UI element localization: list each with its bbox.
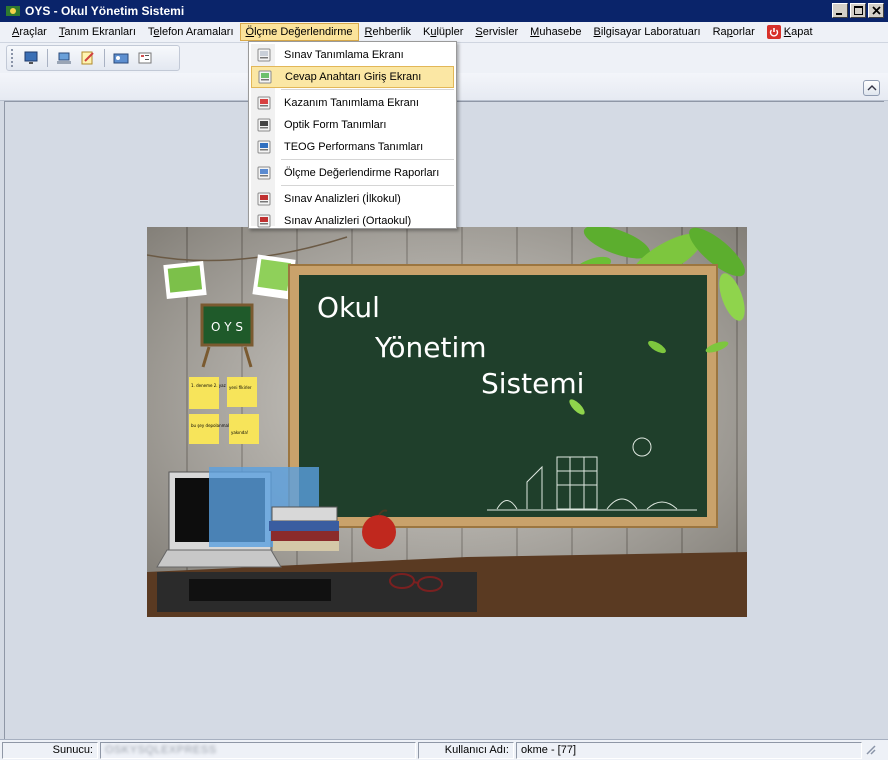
- menu-muhasebe[interactable]: Muhasebe: [524, 23, 587, 41]
- menu-label: Raporlar: [712, 26, 755, 38]
- dropdown-item-label: Ölçme Değerlendirme Raporları: [284, 167, 440, 179]
- report-icon: [257, 166, 271, 180]
- outcome-icon: [257, 96, 271, 110]
- dropdown-item-5[interactable]: TEOG Performans Tanımları: [251, 136, 454, 158]
- toolbar-separator: [47, 49, 48, 67]
- dropdown-item-7[interactable]: Ölçme Değerlendirme Raporları: [251, 162, 454, 184]
- user-value-text: okme - [77]: [521, 744, 577, 756]
- menu-label: Kulüpler: [422, 26, 464, 38]
- user-label: Kullanıcı Adı:: [418, 741, 514, 759]
- menu-kapat[interactable]: Kapat: [761, 22, 819, 42]
- menu-label: Kapat: [783, 26, 813, 38]
- dropdown-item-9[interactable]: Sınav Analizleri (İlkokul): [251, 188, 454, 210]
- chevron-up-icon: [867, 85, 876, 91]
- book-stack: [269, 506, 339, 551]
- menu-label: Bilgisayar Laboratuarı: [593, 26, 701, 38]
- keyboard: [189, 579, 331, 601]
- edit-icon: [81, 51, 94, 65]
- server-value-text: OSKYSQLEXPRESS: [105, 744, 217, 756]
- server-label: Sunucu:: [2, 741, 98, 759]
- olcme-dropdown-menu: Sınav Tanımlama Ekranı Cevap Anahtarı Gir…: [248, 41, 457, 229]
- dropdown-item-4[interactable]: Optik Form Tanımları: [251, 114, 454, 136]
- menu-bar: Araçlar Tanım Ekranları Telefon Aramaları Ö…: [0, 22, 888, 43]
- dropdown-item-label: Cevap Anahtarı Giriş Ekranı: [285, 71, 422, 83]
- minimize-icon: [836, 12, 842, 15]
- dropdown-item-label: TEOG Performans Tanımları: [284, 141, 424, 153]
- menu-separator: [281, 89, 454, 90]
- dropdown-item-3[interactable]: Kazanım Tanımlama Ekranı: [251, 92, 454, 114]
- close-icon: [871, 6, 881, 15]
- apple: [362, 515, 396, 549]
- dropdown-item-label: Sınav Analizleri (Ortaokul): [284, 215, 412, 227]
- menu-separator: [281, 185, 454, 186]
- splash-line3: Sistemi: [481, 367, 584, 400]
- id-card-button[interactable]: [110, 48, 132, 68]
- dropdown-item-0[interactable]: Sınav Tanımlama Ekranı: [251, 44, 454, 66]
- list-button[interactable]: [134, 48, 156, 68]
- dropdown-item-label: Kazanım Tanımlama Ekranı: [284, 97, 419, 109]
- dropdown-item-10[interactable]: Sınav Analizleri (Ortaokul): [251, 210, 454, 232]
- menu-ölçme-değerlendirme[interactable]: Ölçme Değerlendirme: [239, 23, 359, 41]
- exam-doc-icon: [257, 48, 271, 62]
- performance-icon: [257, 140, 271, 154]
- menu-label: Ölçme Değerlendirme: [245, 26, 353, 38]
- menu-raporlar[interactable]: Raporlar: [707, 23, 761, 41]
- monitor-button[interactable]: [20, 48, 42, 68]
- menu-separator: [281, 159, 454, 160]
- splash-line2: Yönetim: [374, 331, 487, 364]
- dropdown-item-label: Sınav Analizleri (İlkokul): [284, 193, 401, 205]
- menu-label: Araçlar: [12, 26, 47, 38]
- hanging-photo: [163, 261, 207, 299]
- menu-label: Rehberlik: [364, 26, 411, 38]
- splash-line1: Okul: [317, 291, 380, 324]
- menu-label: Tanım Ekranları: [58, 26, 136, 38]
- dropdown-item-label: Optik Form Tanımları: [284, 119, 387, 131]
- id-card-icon: [113, 53, 129, 64]
- menu-kulüpler[interactable]: Kulüpler: [417, 23, 469, 41]
- maximize-icon: [853, 6, 863, 15]
- status-bar: Sunucu: OSKYSQLEXPRESS Kullanıcı Adı: ok…: [0, 739, 888, 760]
- answer-key-icon: [258, 70, 272, 84]
- resize-grip-icon: [866, 744, 876, 755]
- list-icon: [138, 52, 152, 64]
- menu-bilgisayar-laboratuarı[interactable]: Bilgisayar Laboratuarı: [588, 23, 707, 41]
- window-title: OYS - Okul Yönetim Sistemi: [25, 4, 185, 18]
- toolbar-separator: [104, 49, 105, 67]
- server-value: OSKYSQLEXPRESS: [100, 741, 416, 759]
- menu-tanım-ekranları[interactable]: Tanım Ekranları: [53, 23, 142, 41]
- dropdown-item-label: Sınav Tanımlama Ekranı: [284, 49, 404, 61]
- app-logo-icon: [6, 6, 20, 16]
- splash-image: Okul Yönetim Sistemi O Y S 1. deneme 2. …: [147, 227, 747, 617]
- edit-button[interactable]: [77, 48, 99, 68]
- menu-telefon-aramaları[interactable]: Telefon Aramaları: [142, 23, 240, 41]
- dropdown-item-1[interactable]: Cevap Anahtarı Giriş Ekranı: [251, 66, 454, 88]
- menu-servisler[interactable]: Servisler: [469, 23, 524, 41]
- power-icon: [766, 25, 781, 39]
- resize-grip[interactable]: [864, 742, 876, 759]
- menu-label: Servisler: [475, 26, 519, 38]
- window-titlebar: OYS - Okul Yönetim Sistemi: [0, 0, 888, 22]
- toolbar-grip[interactable]: [11, 49, 14, 67]
- menu-rehberlik[interactable]: Rehberlik: [359, 23, 417, 41]
- main-toolbar: [6, 45, 180, 71]
- menu-label: Telefon Aramaları: [147, 26, 234, 38]
- computer-icon: [57, 52, 71, 64]
- sticky-note-3: bu şey depolanmalı: [191, 423, 230, 428]
- maximize-button[interactable]: [850, 3, 866, 18]
- oys-badge: O Y S: [211, 320, 243, 334]
- computer-button[interactable]: [53, 48, 75, 68]
- optical-form-icon: [257, 118, 271, 132]
- user-value: okme - [77]: [516, 741, 862, 759]
- analysis-icon: [257, 214, 271, 228]
- close-button[interactable]: [868, 3, 884, 18]
- menu-label: Muhasebe: [530, 26, 582, 38]
- splash-illustration: Okul Yönetim Sistemi O Y S 1. deneme 2. …: [147, 227, 747, 617]
- sticky-note-2: yeni fikirler: [229, 385, 252, 390]
- analysis-icon: [257, 192, 271, 206]
- collapse-button[interactable]: [863, 80, 880, 96]
- sticky-note-4: yakında!: [231, 430, 248, 435]
- menu-araçlar[interactable]: Araçlar: [6, 23, 53, 41]
- monitor-icon: [24, 51, 38, 64]
- minimize-button[interactable]: [832, 3, 848, 18]
